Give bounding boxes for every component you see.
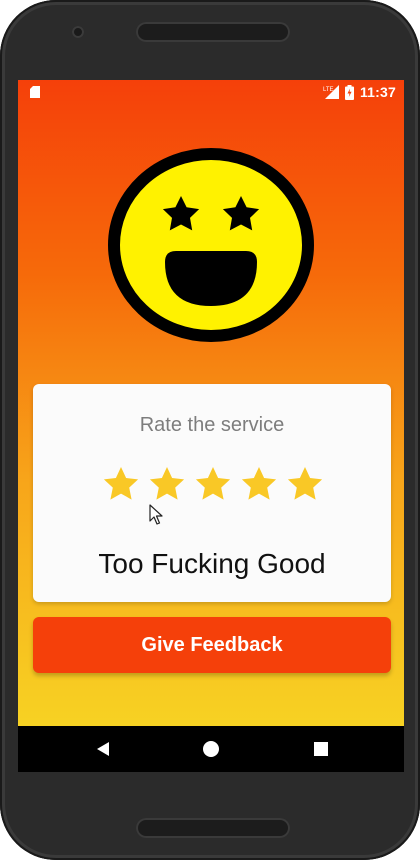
home-icon	[203, 741, 219, 757]
front-camera	[72, 26, 84, 38]
nav-recents-button[interactable]	[291, 726, 351, 772]
status-bar: LTE 11:37	[18, 80, 404, 104]
bottom-speaker-grille	[136, 818, 290, 838]
give-feedback-button[interactable]: Give Feedback	[33, 617, 391, 673]
nav-home-button[interactable]	[181, 726, 241, 772]
rating-label: Too Fucking Good	[98, 548, 326, 579]
network-type-label: LTE	[323, 87, 334, 93]
star-icon[interactable]	[101, 465, 141, 505]
back-icon	[97, 742, 109, 756]
phone-frame: LTE 11:37 Rate the service Too Fucking G…	[0, 0, 420, 860]
star-rating[interactable]	[101, 465, 325, 507]
star-icon[interactable]	[147, 465, 187, 505]
nav-back-button[interactable]	[73, 726, 133, 772]
rating-card-title: Rate the service	[139, 414, 285, 436]
star-icon[interactable]	[239, 465, 279, 505]
battery-charging-icon	[344, 84, 354, 100]
rating-app: LTE 11:37 Rate the service Too Fucking G…	[18, 80, 404, 726]
star-icon[interactable]	[285, 465, 325, 505]
status-icons: LTE 11:37	[323, 83, 396, 101]
screen: LTE 11:37 Rate the service Too Fucking G…	[18, 80, 404, 772]
lte-signal-icon: LTE	[323, 85, 339, 99]
sd-card-icon	[30, 86, 40, 98]
rating-card: Rate the service Too Fucking Good	[33, 384, 391, 602]
star-icon[interactable]	[193, 465, 233, 505]
top-speaker-grille	[136, 22, 290, 42]
star-eyes-emoji-icon	[108, 148, 314, 342]
recents-icon	[314, 742, 328, 756]
status-time: 11:37	[359, 84, 396, 100]
navigation-bar	[18, 726, 404, 772]
